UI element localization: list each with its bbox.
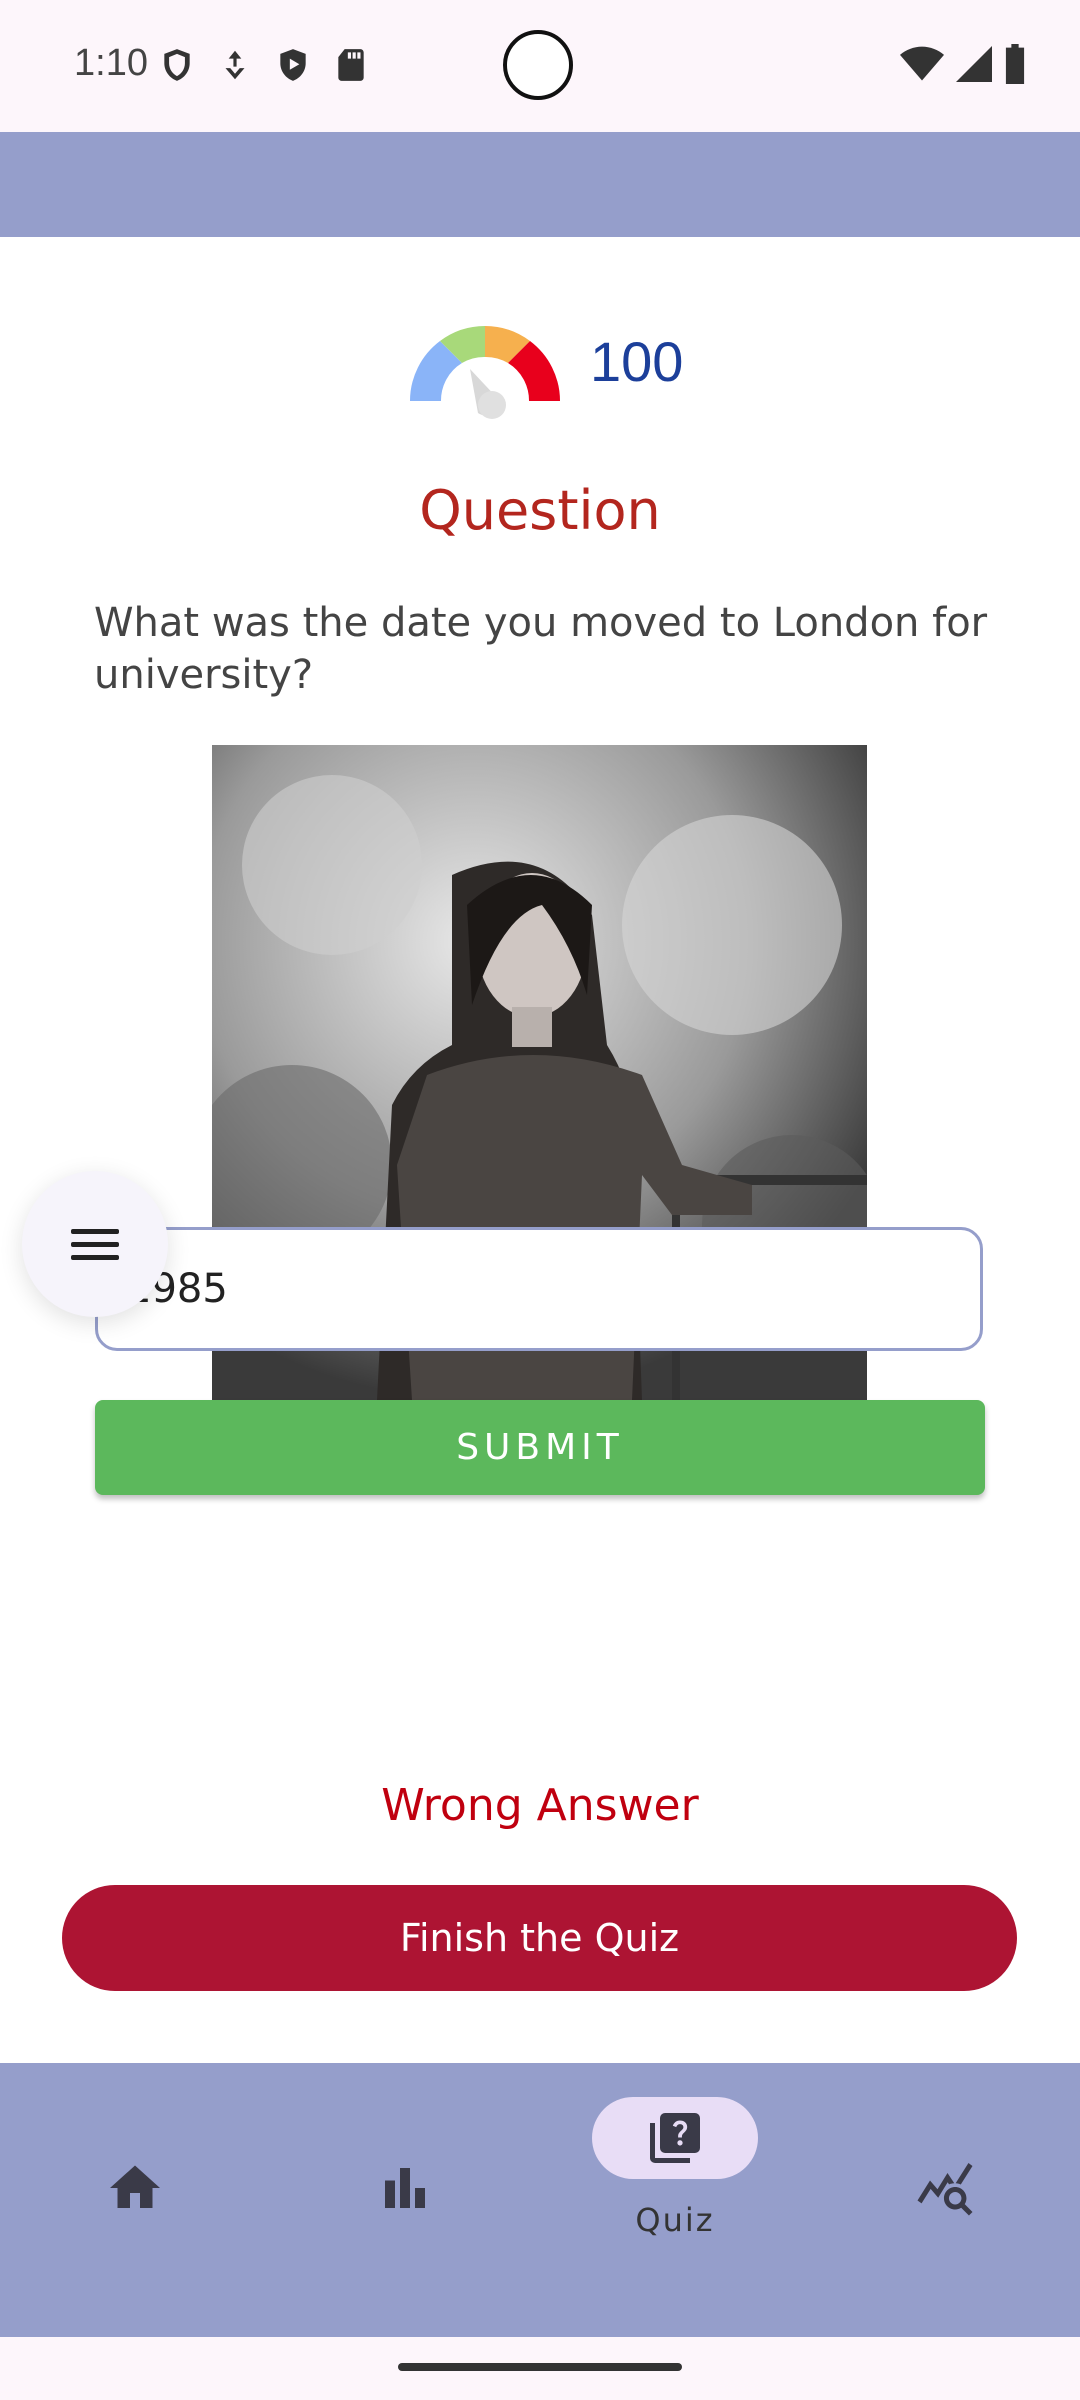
cell-signal-icon — [956, 46, 992, 82]
nav-item-home[interactable] — [0, 2063, 270, 2337]
menu-fab[interactable] — [22, 1171, 168, 1317]
nav-item-quiz[interactable]: Quiz — [540, 2063, 810, 2337]
feedback-text: Wrong Answer — [381, 1780, 699, 1831]
status-time: 1:10 — [74, 42, 148, 84]
score-value: 100 — [590, 329, 684, 393]
question-text: What was the date you moved to London fo… — [94, 600, 988, 698]
status-icons-right — [900, 44, 1026, 84]
bar-chart-icon — [375, 2158, 435, 2218]
submit-button[interactable]: SUBMIT — [95, 1400, 985, 1495]
camera-cutout — [503, 30, 573, 100]
sd-card-icon — [338, 49, 364, 81]
wifi-icon — [900, 46, 944, 81]
quiz-content: 100 Question What was the date you moved… — [0, 237, 1080, 2063]
insights-search-icon — [915, 2158, 975, 2218]
download-icon — [225, 50, 245, 80]
quiz-icon — [645, 2108, 705, 2168]
nav-item-insights[interactable] — [810, 2063, 1080, 2337]
nav-label-quiz: Quiz — [635, 2201, 715, 2239]
gauge-icon — [410, 326, 560, 419]
status-bar: 1:10 — [0, 0, 1080, 132]
answer-input[interactable] — [95, 1227, 983, 1351]
finish-quiz-button[interactable]: Finish the Quiz — [62, 1885, 1017, 1991]
status-icons-left — [158, 46, 370, 84]
battery-icon — [1005, 44, 1025, 84]
score-row: 100 — [400, 301, 683, 421]
home-icon — [105, 2158, 165, 2218]
vpn-shield-icon — [164, 49, 190, 81]
play-protect-icon — [280, 49, 306, 81]
bottom-navigation: Quiz — [0, 2063, 1080, 2337]
nav-item-stats[interactable] — [270, 2063, 540, 2337]
top-app-bar — [0, 132, 1080, 237]
home-indicator[interactable] — [398, 2363, 682, 2371]
hamburger-menu-icon — [71, 1221, 119, 1268]
question-title: Question — [419, 479, 661, 542]
